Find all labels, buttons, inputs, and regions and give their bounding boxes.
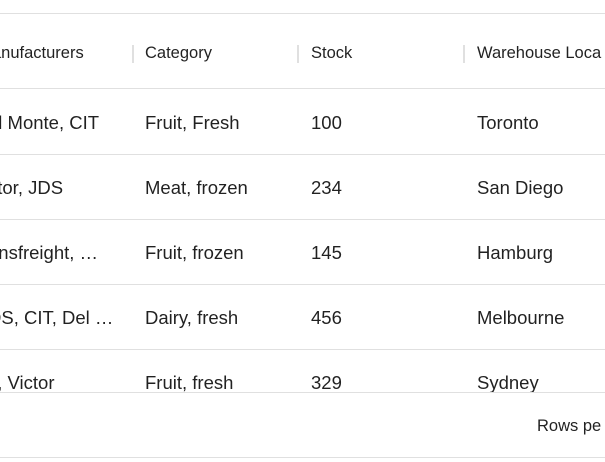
- rows-per-page-label: Rows pe: [537, 417, 602, 435]
- column-header-warehouse-location[interactable]: Warehouse Loca: [477, 14, 605, 89]
- cell-stock[interactable]: 100: [311, 90, 461, 154]
- column-header-row: anufacturers Category Stock Warehouse Lo…: [0, 14, 605, 89]
- table-row[interactable]: el Monte, CIT Fruit, Fresh 100 Toronto: [0, 90, 605, 155]
- table-row[interactable]: ansfreight, … Fruit, frozen 145 Hamburg: [0, 220, 605, 285]
- cell-warehouse-location[interactable]: Melbourne: [477, 285, 605, 349]
- data-grid: anufacturers Category Stock Warehouse Lo…: [0, 0, 605, 462]
- table-row[interactable]: ctor, JDS Meat, frozen 234 San Diego: [0, 155, 605, 220]
- column-separator[interactable]: [132, 45, 134, 63]
- column-header-stock[interactable]: Stock: [311, 14, 456, 89]
- grid-footer: Rows pe: [0, 392, 605, 458]
- cell-manufacturers[interactable]: DS, CIT, Del …: [0, 285, 118, 349]
- cell-warehouse-location[interactable]: San Diego: [477, 155, 605, 219]
- table-row[interactable]: DS, CIT, Del … Dairy, fresh 456 Melbourn…: [0, 285, 605, 350]
- cell-stock[interactable]: 234: [311, 155, 461, 219]
- grid-body[interactable]: el Monte, CIT Fruit, Fresh 100 Toronto c…: [0, 90, 605, 392]
- table-row[interactable]: T, Victor Fruit, fresh 329 Sydney: [0, 350, 605, 392]
- cell-category[interactable]: Fruit, fresh: [145, 350, 295, 392]
- cell-warehouse-location[interactable]: Toronto: [477, 90, 605, 154]
- column-separator[interactable]: [463, 45, 465, 63]
- column-header-manufacturers[interactable]: anufacturers: [0, 14, 117, 89]
- cell-manufacturers[interactable]: el Monte, CIT: [0, 90, 118, 154]
- cell-stock[interactable]: 456: [311, 285, 461, 349]
- cell-category[interactable]: Meat, frozen: [145, 155, 295, 219]
- cell-manufacturers[interactable]: T, Victor: [0, 350, 118, 392]
- cell-warehouse-location[interactable]: Sydney: [477, 350, 605, 392]
- cell-stock[interactable]: 145: [311, 220, 461, 284]
- cell-category[interactable]: Fruit, frozen: [145, 220, 295, 284]
- cell-category[interactable]: Fruit, Fresh: [145, 90, 295, 154]
- cell-manufacturers[interactable]: ctor, JDS: [0, 155, 118, 219]
- cell-manufacturers[interactable]: ansfreight, …: [0, 220, 118, 284]
- column-separator[interactable]: [297, 45, 299, 63]
- cell-stock[interactable]: 329: [311, 350, 461, 392]
- column-header-category[interactable]: Category: [145, 14, 290, 89]
- cell-warehouse-location[interactable]: Hamburg: [477, 220, 605, 284]
- cell-category[interactable]: Dairy, fresh: [145, 285, 295, 349]
